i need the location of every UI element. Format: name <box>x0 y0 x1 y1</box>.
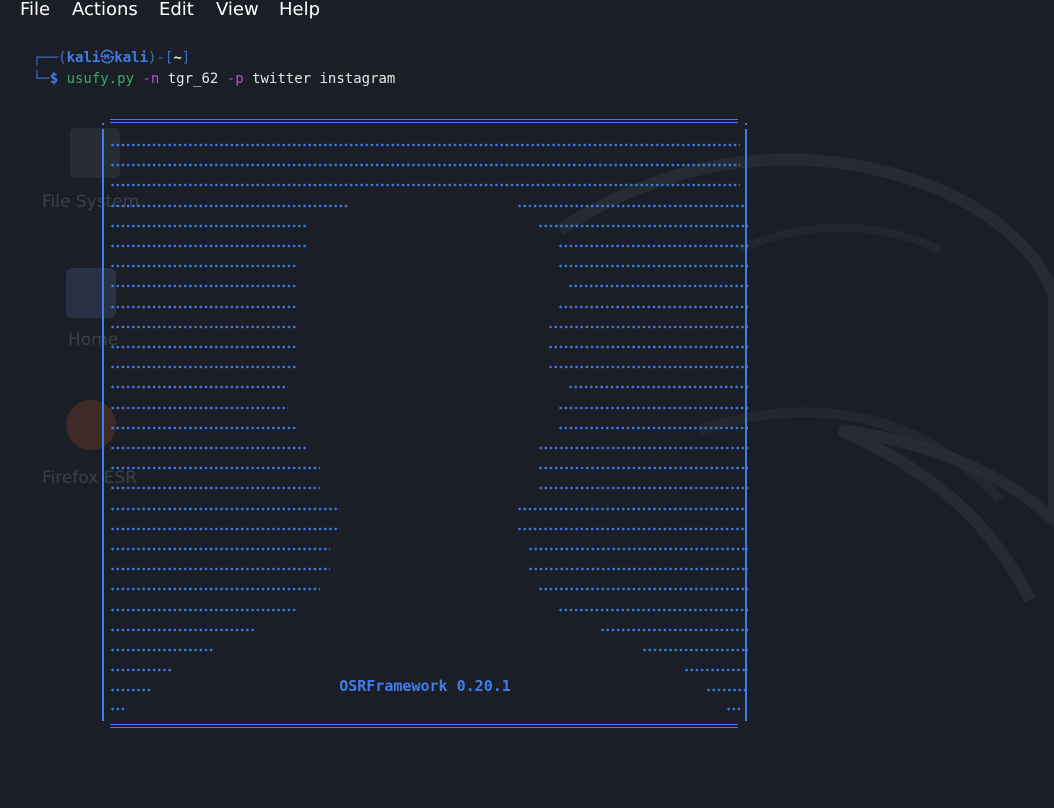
banner-dot-row <box>528 567 748 572</box>
banner-title: OSRFramework 0.20.1 <box>339 677 511 695</box>
prompt-symbol: $ <box>49 71 67 87</box>
dragon-wing <box>738 223 942 254</box>
banner-dot-row <box>110 203 350 208</box>
banner-dot-row <box>110 244 308 248</box>
banner-dot-row <box>538 223 748 228</box>
banner-dot-row <box>642 648 748 652</box>
banner-dot-row <box>110 425 298 430</box>
banner-dot-row <box>110 688 150 693</box>
banner-dot-row <box>548 345 748 349</box>
banner-dot-row <box>110 405 288 410</box>
banner-dot-row <box>110 324 298 329</box>
banner-dot-row <box>517 203 747 208</box>
banner-dot-row <box>558 425 748 430</box>
banner-dot-row <box>110 223 308 228</box>
banner-dot-row <box>528 547 748 551</box>
banner-dot-row <box>726 707 740 711</box>
banner-dot-row <box>548 324 748 329</box>
menu-help[interactable]: Help <box>279 0 320 22</box>
banner-dot-row <box>568 284 748 289</box>
command-flag-n: -n <box>142 71 160 87</box>
banner-dot-row <box>558 405 748 410</box>
banner-dot-row <box>558 304 748 309</box>
banner-top-border-inner <box>110 122 738 123</box>
banner-dot-row <box>538 486 748 491</box>
banner-dot-row <box>110 526 340 531</box>
banner-dot-row <box>538 446 748 450</box>
banner-dot-row <box>110 607 298 612</box>
banner-dot-row <box>684 668 748 673</box>
banner-dot-row <box>110 163 740 168</box>
command-line[interactable]: └─$ usufy.py -n tgr_62 -p twitter instag… <box>16 52 396 88</box>
menu-edit[interactable]: Edit <box>159 0 194 22</box>
banner-dot-row <box>558 607 748 612</box>
banner-dot-row <box>110 264 298 269</box>
banner-dot-row <box>110 707 124 711</box>
menubar: File Actions Edit View Help <box>0 0 1054 22</box>
banner-dot-row <box>110 143 740 147</box>
osrframework-banner: OSRFramework 0.20.1 <box>100 117 750 733</box>
banner-dot-row <box>600 627 748 632</box>
banner-corner-tl <box>102 123 104 125</box>
banner-dot-row <box>110 486 320 491</box>
banner-dot-row <box>110 446 308 450</box>
menu-actions[interactable]: Actions <box>72 0 138 22</box>
banner-dot-row <box>110 304 298 309</box>
banner-dot-row <box>558 264 748 269</box>
banner-dot-row <box>110 345 298 349</box>
banner-dot-row <box>517 506 747 511</box>
banner-dot-row <box>568 385 748 390</box>
command-platforms: twitter instagram <box>252 71 396 87</box>
banner-dot-row <box>110 587 320 592</box>
banner-bottom-border <box>110 724 738 725</box>
prompt-frame-bottom: └─ <box>32 71 50 87</box>
banner-dot-row <box>110 385 288 390</box>
banner-dot-row <box>110 627 256 632</box>
banner-dot-row <box>558 244 748 248</box>
banner-corner-tr <box>745 123 747 125</box>
menu-file[interactable]: File <box>20 0 50 22</box>
banner-dot-row <box>548 365 748 370</box>
banner-dot-row <box>706 688 748 693</box>
banner-dot-row <box>538 466 748 471</box>
banner-dot-row <box>110 668 172 673</box>
banner-dot-row <box>110 506 340 511</box>
banner-dot-row <box>517 526 747 531</box>
banner-dot-row <box>538 587 748 592</box>
banner-dot-row <box>110 466 320 471</box>
banner-dot-row <box>110 567 330 572</box>
banner-dot-row <box>110 284 298 289</box>
menu-view[interactable]: View <box>216 0 259 22</box>
banner-top-border <box>110 119 738 120</box>
banner-left-border <box>102 129 104 721</box>
banner-dot-row <box>110 547 330 551</box>
command-flag-p: -p <box>226 71 244 87</box>
banner-bottom-border-inner <box>110 727 738 728</box>
banner-dot-row <box>110 365 298 370</box>
command-program: usufy.py <box>66 71 135 87</box>
banner-dot-row <box>110 648 214 652</box>
banner-dot-row <box>110 183 740 188</box>
command-username: tgr_62 <box>167 71 219 87</box>
